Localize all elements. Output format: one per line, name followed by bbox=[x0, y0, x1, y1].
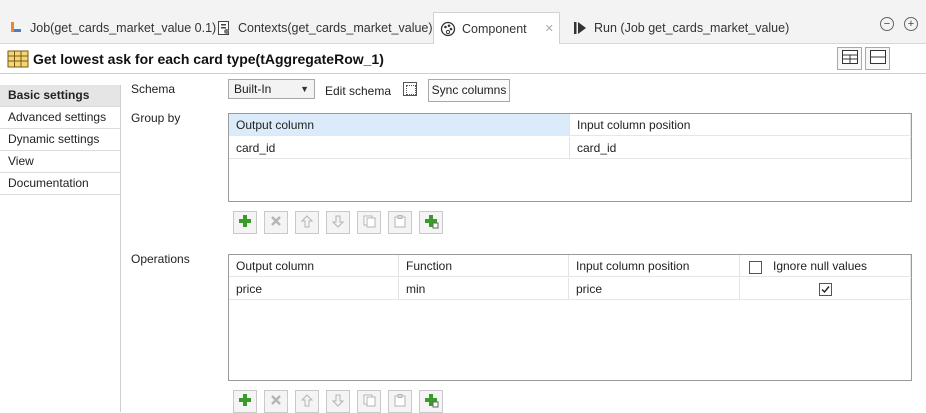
duplicate-row-button[interactable] bbox=[419, 211, 443, 234]
plus-icon bbox=[238, 393, 252, 410]
operations-table: Output column Function Input column posi… bbox=[228, 254, 912, 381]
contexts-icon bbox=[216, 20, 232, 36]
edit-schema-label: Edit schema bbox=[325, 84, 392, 98]
table-cell[interactable]: price bbox=[569, 278, 740, 300]
schema-type-value: Built-In bbox=[234, 82, 272, 96]
table-cell[interactable]: card_id bbox=[229, 137, 570, 159]
operations-label: Operations bbox=[131, 252, 190, 266]
column-header-function[interactable]: Function bbox=[399, 255, 569, 277]
paste-icon bbox=[394, 393, 407, 410]
column-header-output[interactable]: Output column bbox=[229, 255, 399, 277]
table-cell[interactable]: price bbox=[229, 278, 399, 300]
list-layout-icon bbox=[869, 50, 886, 67]
component-title: Get lowest ask for each card type(tAggre… bbox=[33, 51, 384, 67]
paste-button[interactable] bbox=[388, 211, 412, 234]
checkmark-icon bbox=[821, 286, 830, 294]
ignore-null-checkbox[interactable] bbox=[819, 283, 832, 296]
table-layout-button[interactable] bbox=[837, 47, 862, 70]
duplicate-row-button[interactable] bbox=[419, 390, 443, 413]
copy-icon bbox=[363, 215, 376, 231]
column-header-ignore-null[interactable]: Ignore null values bbox=[740, 255, 911, 277]
ignore-null-all-checkbox[interactable] bbox=[749, 261, 762, 274]
add-row-button[interactable] bbox=[233, 390, 257, 413]
group-by-table: Output column Input column position card… bbox=[228, 113, 912, 202]
column-header-input-position[interactable]: Input column position bbox=[570, 114, 911, 136]
plus-copy-icon bbox=[424, 393, 439, 411]
arrow-down-icon bbox=[331, 394, 345, 410]
editor-tab-bar: Job(get_cards_market_value 0.1) Contexts… bbox=[0, 0, 926, 45]
sidebar-item-documentation[interactable]: Documentation bbox=[0, 173, 120, 195]
move-up-button[interactable] bbox=[295, 390, 319, 413]
copy-button[interactable] bbox=[357, 211, 381, 234]
copy-icon bbox=[363, 394, 376, 410]
remove-row-button[interactable] bbox=[264, 390, 288, 413]
close-icon[interactable]: ✕ bbox=[545, 22, 554, 35]
maximize-icon[interactable]: + bbox=[904, 17, 918, 31]
group-by-label: Group by bbox=[131, 111, 181, 125]
column-header-output[interactable]: Output column bbox=[229, 114, 570, 136]
job-icon bbox=[8, 20, 24, 36]
table-cell[interactable]: card_id bbox=[570, 137, 911, 159]
move-up-button[interactable] bbox=[295, 211, 319, 234]
tab-contexts[interactable]: Contexts(get_cards_market_value) bbox=[210, 12, 439, 44]
run-icon bbox=[572, 20, 588, 36]
component-palette-icon bbox=[440, 21, 456, 37]
chevron-down-icon: ▼ bbox=[300, 84, 309, 94]
arrow-down-icon bbox=[331, 215, 345, 231]
column-header-input-position[interactable]: Input column position bbox=[569, 255, 740, 277]
table-cell[interactable]: min bbox=[399, 278, 569, 300]
edit-schema-button[interactable] bbox=[403, 82, 417, 96]
sidebar-item-basic-settings[interactable]: Basic settings bbox=[0, 85, 120, 107]
plus-icon bbox=[238, 214, 252, 231]
move-down-button[interactable] bbox=[326, 211, 350, 234]
tab-label: Component bbox=[462, 21, 527, 36]
sidebar-item-dynamic-settings[interactable]: Dynamic settings bbox=[0, 129, 120, 151]
minimize-icon[interactable]: − bbox=[880, 17, 894, 31]
tab-label: Job(get_cards_market_value 0.1) bbox=[30, 21, 217, 35]
tab-job[interactable]: Job(get_cards_market_value 0.1) bbox=[2, 12, 222, 44]
list-layout-button[interactable] bbox=[865, 47, 890, 70]
tab-label: Contexts(get_cards_market_value) bbox=[238, 21, 433, 35]
delete-x-icon bbox=[270, 215, 282, 230]
paste-button[interactable] bbox=[388, 390, 412, 413]
tab-label: Run (Job get_cards_market_value) bbox=[594, 21, 790, 35]
paste-icon bbox=[394, 214, 407, 231]
remove-row-button[interactable] bbox=[264, 211, 288, 234]
sidebar-item-view[interactable]: View bbox=[0, 151, 120, 173]
arrow-up-icon bbox=[300, 214, 314, 231]
ignore-null-header-label: Ignore null values bbox=[773, 259, 868, 273]
tab-run[interactable]: Run (Job get_cards_market_value) bbox=[566, 12, 795, 44]
aggregate-row-icon bbox=[7, 49, 29, 69]
delete-x-icon bbox=[270, 394, 282, 409]
copy-button[interactable] bbox=[357, 390, 381, 413]
arrow-up-icon bbox=[300, 393, 314, 410]
tab-component[interactable]: Component ✕ bbox=[433, 12, 560, 45]
move-down-button[interactable] bbox=[326, 390, 350, 413]
sync-columns-button[interactable]: Sync columns bbox=[428, 79, 510, 102]
grid-layout-icon bbox=[841, 50, 858, 67]
sidebar-item-advanced-settings[interactable]: Advanced settings bbox=[0, 107, 120, 129]
add-row-button[interactable] bbox=[233, 211, 257, 234]
plus-copy-icon bbox=[424, 214, 439, 232]
schema-type-select[interactable]: Built-In ▼ bbox=[228, 79, 315, 99]
schema-label: Schema bbox=[131, 82, 176, 96]
component-title-bar: Get lowest ask for each card type(tAggre… bbox=[0, 44, 926, 74]
settings-sidebar: Basic settings Advanced settings Dynamic… bbox=[0, 85, 121, 412]
